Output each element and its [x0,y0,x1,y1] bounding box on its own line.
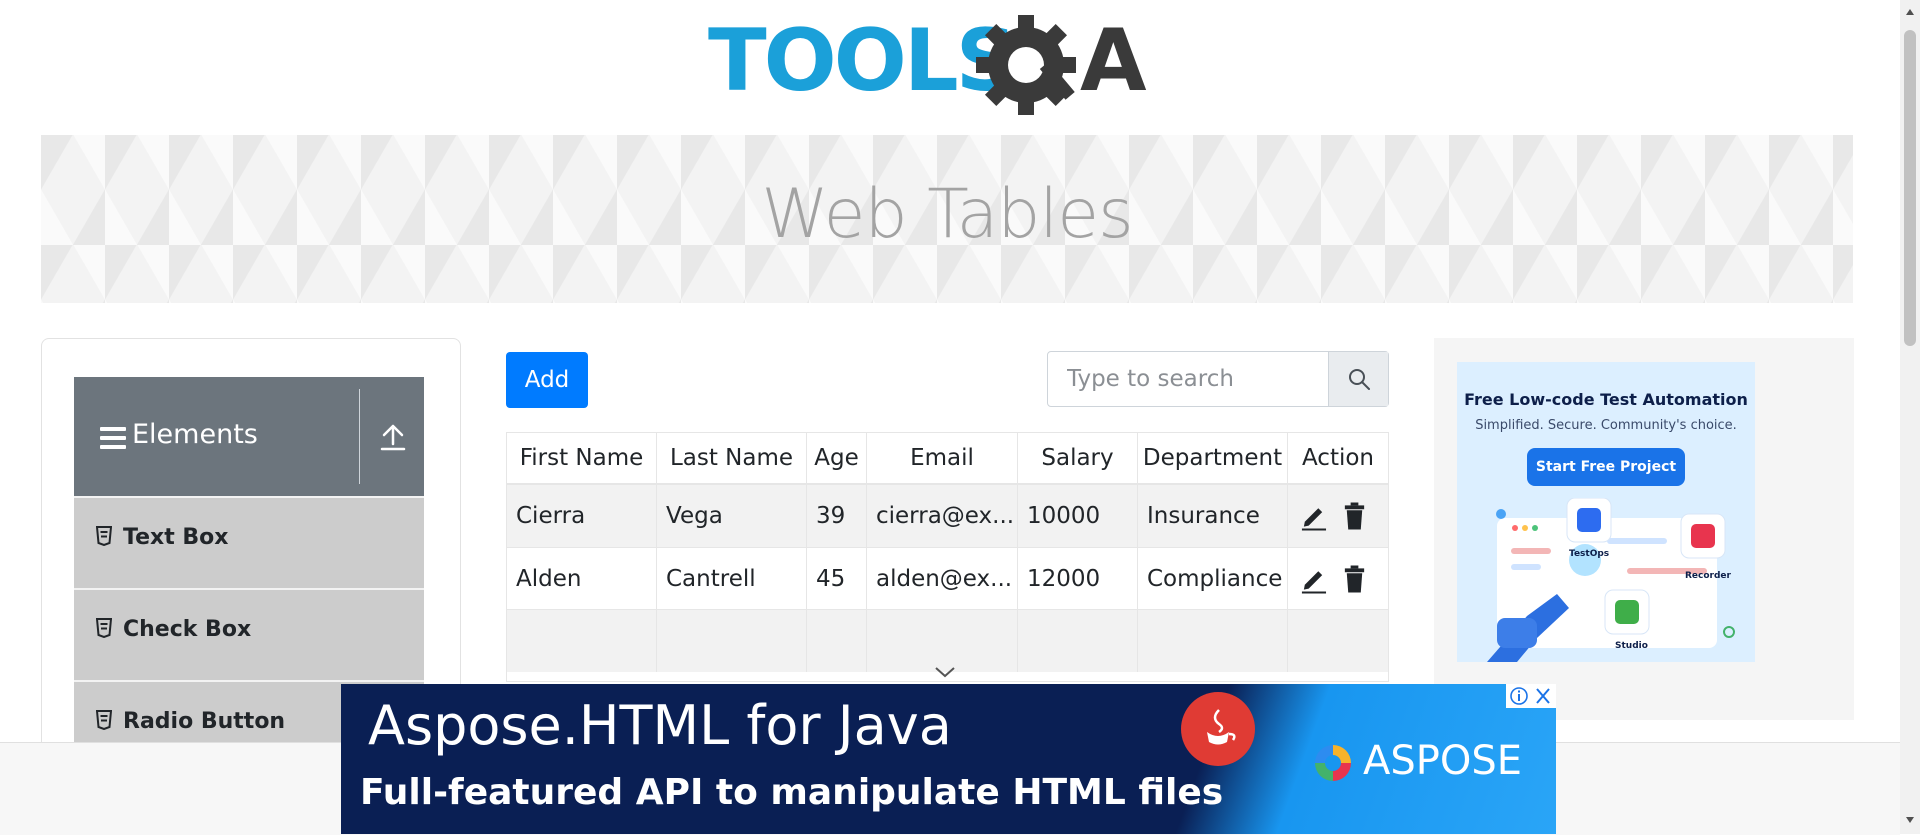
svg-text:TOOLS: TOOLS [708,11,1015,111]
column-header-age[interactable]: Age [807,433,867,483]
search-icon [1349,369,1370,390]
table-row-empty [507,609,1388,672]
column-header-first-name[interactable]: First Name [507,433,657,483]
toolsqa-logo[interactable]: TOOLS A [708,8,1193,120]
empty-cell [1288,610,1388,672]
table-header-row: First Name Last Name Age Email Salary De… [507,433,1388,485]
ad-label-testops: TestOps [1569,549,1609,559]
elements-group-header[interactable]: Elements [74,377,424,496]
delete-trash-icon[interactable] [1341,564,1368,594]
edit-pencil-icon[interactable] [1300,564,1327,594]
upload-arrow-icon[interactable] [374,422,412,452]
cell-email: alden@ex... [867,548,1018,610]
scroll-up-icon[interactable] [1905,8,1915,16]
empty-cell [1018,610,1138,672]
cell-action [1288,548,1388,610]
cell-department: Insurance [1138,485,1288,547]
sidebar-item-text-box[interactable]: Text Box [74,496,424,588]
document-icon [96,526,112,546]
web-table: First Name Last Name Age Email Salary De… [506,432,1389,682]
column-header-department[interactable]: Department [1138,433,1288,483]
ad-headline: Free Low-code Test Automation [1464,390,1748,409]
cell-salary: 12000 [1018,548,1138,610]
svg-text:A: A [1080,11,1147,111]
cell-age: 45 [807,548,867,610]
page-banner: Web Tables [41,135,1853,303]
ad-label-recorder: Recorder [1685,571,1732,581]
cell-age: 39 [807,485,867,547]
chevron-down-icon[interactable] [933,664,957,680]
cell-action [1288,485,1388,547]
add-button[interactable]: Add [506,352,588,408]
empty-cell [807,610,867,672]
cell-last-name: Cantrell [657,548,807,610]
sidebar-item-label: Check Box [123,617,252,642]
cell-salary: 10000 [1018,485,1138,547]
document-icon [96,710,112,730]
aspose-brand: ASPOSE [1311,738,1522,785]
ad-card[interactable]: Free Low-code Test Automation Simplified… [1457,362,1755,662]
aspose-logo-icon [1315,745,1351,781]
column-header-salary[interactable]: Salary [1018,433,1138,483]
start-free-project-button[interactable]: Start Free Project [1527,448,1685,486]
column-header-last-name[interactable]: Last Name [657,433,807,483]
scroll-down-icon[interactable] [1905,816,1915,824]
ad-label-studio: Studio [1615,641,1648,651]
sidebar-item-label: Text Box [123,525,229,550]
edit-pencil-icon[interactable] [1300,501,1327,531]
table-row: Cierra Vega 39 cierra@ex... 10000 Insura… [507,485,1388,547]
cell-first-name: Cierra [507,485,657,547]
group-title: Elements [132,419,258,450]
aspose-brand-text: ASPOSE [1363,738,1523,784]
cell-first-name: Alden [507,548,657,610]
empty-cell [867,610,1018,672]
bottom-advertisement[interactable]: Aspose.HTML for Java Full-featured API t… [341,684,1556,834]
search-button[interactable] [1328,352,1388,406]
document-icon [96,618,112,638]
hamburger-icon [100,427,126,449]
ad-subline: Simplified. Secure. Community's choice. [1475,418,1737,433]
column-header-email[interactable]: Email [867,433,1018,483]
ad-illustration: TestOps Recorder Studio [1487,498,1735,662]
group-divider [359,389,360,484]
delete-trash-icon[interactable] [1341,501,1368,531]
empty-cell [507,610,657,672]
ad-title: Aspose.HTML for Java [368,694,952,757]
cell-email: cierra@ex... [867,485,1018,547]
sidebar-item-check-box[interactable]: Check Box [74,588,424,680]
search-input[interactable] [1048,352,1328,406]
search-box [1047,351,1389,407]
cell-last-name: Vega [657,485,807,547]
sidebar-item-label: Radio Button [123,709,286,734]
empty-cell [1138,610,1288,672]
table-row: Alden Cantrell 45 alden@ex... 12000 Comp… [507,547,1388,610]
page-scrollbar[interactable] [1900,0,1920,834]
cell-department: Compliance [1138,548,1288,610]
column-header-action[interactable]: Action [1288,433,1388,483]
scroll-thumb[interactable] [1904,30,1916,346]
java-logo-icon [1181,692,1255,766]
empty-cell [657,610,807,672]
ad-tagline: Full-featured API to manipulate HTML fil… [360,772,1224,813]
right-advertisement[interactable]: Free Low-code Test Automation Simplified… [1434,338,1854,720]
ad-controls [1506,684,1556,708]
page-title: Web Tables [761,175,1133,254]
